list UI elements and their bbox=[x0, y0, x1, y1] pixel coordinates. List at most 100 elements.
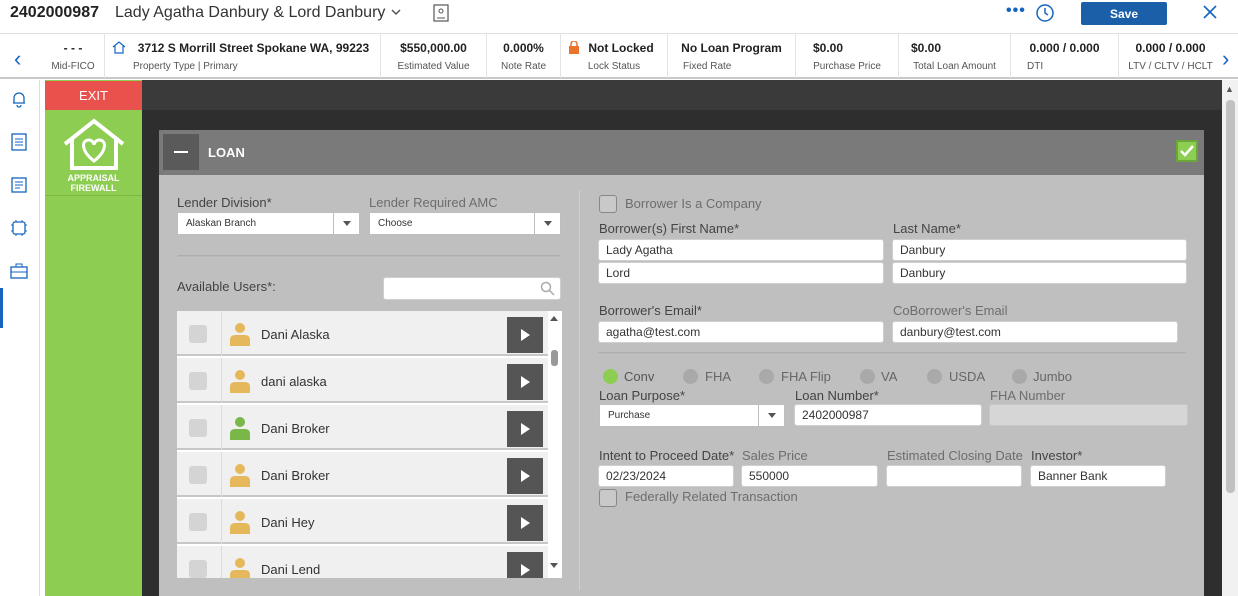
notes-icon[interactable] bbox=[10, 176, 28, 194]
lender-division-select[interactable]: Alaskan Branch bbox=[177, 212, 360, 235]
loan-type-conv-radio[interactable] bbox=[603, 369, 618, 384]
user-checkbox[interactable] bbox=[189, 513, 207, 531]
more-options-icon[interactable]: ••• bbox=[1006, 2, 1026, 20]
borrower-title[interactable]: Lady Agatha Danbury & Lord Danbury bbox=[115, 4, 385, 22]
coborrower-last-name-input[interactable]: Danbury bbox=[892, 262, 1187, 284]
coborrower-email-input[interactable]: danbury@test.com bbox=[892, 321, 1178, 343]
logo-text: APPRAISAL FIREWALL bbox=[67, 173, 120, 193]
add-user-button[interactable] bbox=[507, 317, 543, 353]
loan-purpose-label: Loan Purpose* bbox=[599, 388, 686, 403]
info-total-loan: $0.00 Total Loan Amount bbox=[898, 34, 1010, 78]
closing-date-input[interactable] bbox=[886, 465, 1022, 487]
loan-number-input[interactable]: 2402000987 bbox=[794, 404, 982, 426]
next-arrow-icon[interactable]: › bbox=[1222, 46, 1229, 72]
loan-type-va-radio[interactable] bbox=[860, 369, 875, 384]
collapse-button[interactable] bbox=[163, 134, 199, 170]
user-name: dani alaska bbox=[261, 374, 327, 389]
first-name-label: Borrower(s) First Name* bbox=[599, 221, 740, 236]
last-name-label: Last Name* bbox=[893, 221, 961, 236]
loan-type-fha-radio[interactable] bbox=[683, 369, 698, 384]
user-avatar-icon bbox=[230, 558, 250, 578]
checkmark-icon[interactable] bbox=[1176, 140, 1198, 162]
lender-division-label: Lender Division* bbox=[177, 195, 272, 210]
lender-amc-select[interactable]: Choose bbox=[369, 212, 561, 235]
save-button[interactable]: Save bbox=[1081, 2, 1167, 25]
main-top-band bbox=[142, 80, 1222, 110]
add-user-button[interactable] bbox=[507, 458, 543, 494]
loan-info-strip: ‹ - - - Mid-FICO 3712 S Morrill Street S… bbox=[0, 33, 1238, 79]
coborrower-email-label: CoBorrower's Email bbox=[893, 303, 1008, 318]
borrower-company-label: Borrower Is a Company bbox=[625, 196, 762, 211]
available-users-label: Available Users*: bbox=[177, 279, 276, 294]
sales-price-input[interactable]: 550000 bbox=[741, 465, 878, 487]
info-dti: 0.000 / 0.000 DTI bbox=[1010, 34, 1118, 78]
investor-input[interactable]: Banner Bank bbox=[1030, 465, 1166, 487]
info-estimated-value: $550,000.00 Estimated Value bbox=[380, 34, 486, 78]
info-loan-program: No Loan Program Fixed Rate bbox=[667, 34, 795, 78]
fha-number-input bbox=[989, 404, 1188, 426]
prev-arrow-icon[interactable]: ‹ bbox=[14, 46, 21, 72]
list-item: Dani Broker bbox=[177, 405, 548, 450]
list-document-icon[interactable] bbox=[10, 133, 28, 151]
info-property[interactable]: 3712 S Morrill Street Spokane WA, 99223 … bbox=[104, 34, 380, 78]
document-icon[interactable] bbox=[433, 4, 449, 22]
history-clock-icon[interactable] bbox=[1035, 3, 1055, 23]
coborrower-first-name-input[interactable]: Lord bbox=[598, 262, 884, 284]
user-checkbox[interactable] bbox=[189, 325, 207, 343]
available-users-list: Dani Alaska dani alaska Dani Broker Dani… bbox=[177, 311, 548, 578]
loan-type-jumbo-radio[interactable] bbox=[1012, 369, 1027, 384]
exit-button[interactable]: EXIT bbox=[45, 81, 142, 110]
borrower-company-checkbox[interactable] bbox=[599, 195, 617, 213]
user-checkbox[interactable] bbox=[189, 372, 207, 390]
add-user-button[interactable] bbox=[507, 411, 543, 447]
borrower-first-name-input[interactable]: Lady Agatha bbox=[598, 239, 884, 261]
loan-purpose-select[interactable]: Purchase bbox=[599, 404, 785, 427]
list-item: Dani Lend bbox=[177, 546, 548, 578]
intent-date-label: Intent to Proceed Date* bbox=[599, 448, 735, 463]
intent-date-input[interactable]: 02/23/2024 bbox=[598, 465, 734, 487]
briefcase-icon[interactable] bbox=[10, 262, 28, 280]
loan-type-usda-radio[interactable] bbox=[927, 369, 942, 384]
loan-id: 2402000987 bbox=[10, 4, 99, 21]
active-indicator bbox=[0, 288, 3, 328]
user-checkbox[interactable] bbox=[189, 419, 207, 437]
chip-icon[interactable] bbox=[10, 219, 28, 237]
add-user-button[interactable] bbox=[507, 364, 543, 400]
house-heart-icon bbox=[63, 118, 125, 170]
add-user-button[interactable] bbox=[507, 505, 543, 541]
loan-type-usda-label: USDA bbox=[949, 369, 986, 384]
scroll-up-icon[interactable] bbox=[550, 316, 558, 321]
close-icon[interactable] bbox=[1201, 3, 1219, 21]
chevron-down-icon[interactable] bbox=[758, 405, 784, 426]
federal-transaction-checkbox[interactable] bbox=[599, 489, 617, 507]
scroll-down-icon[interactable] bbox=[550, 563, 558, 568]
borrower-last-name-input[interactable]: Danbury bbox=[892, 239, 1187, 261]
user-avatar-icon bbox=[230, 464, 250, 487]
lock-icon bbox=[569, 41, 579, 54]
chevron-down-icon[interactable] bbox=[534, 213, 560, 234]
scroll-up-arrow-icon[interactable]: ▲ bbox=[1225, 84, 1234, 94]
lender-amc-label: Lender Required AMC bbox=[369, 195, 498, 210]
user-name: Dani Broker bbox=[261, 421, 330, 436]
top-bar: 2402000987 Lady Agatha Danbury & Lord Da… bbox=[0, 0, 1238, 28]
info-ltv: 0.000 / 0.000 LTV / CLTV / HCLT bbox=[1118, 34, 1222, 78]
page-scrollbar-thumb[interactable] bbox=[1226, 100, 1235, 493]
bell-icon[interactable] bbox=[10, 90, 28, 108]
list-item: Dani Hey bbox=[177, 499, 548, 544]
chevron-down-icon[interactable] bbox=[390, 6, 402, 18]
user-avatar-icon bbox=[230, 323, 250, 346]
user-name: Dani Broker bbox=[261, 468, 330, 483]
user-checkbox[interactable] bbox=[189, 560, 207, 578]
list-item: Dani Broker bbox=[177, 452, 548, 497]
loan-number-label: Loan Number* bbox=[795, 388, 879, 403]
list-item: Dani Alaska bbox=[177, 311, 548, 356]
chevron-down-icon[interactable] bbox=[333, 213, 359, 234]
borrower-email-input[interactable]: agatha@test.com bbox=[598, 321, 884, 343]
users-list-scroll-thumb[interactable] bbox=[551, 350, 558, 366]
loan-type-fha-label: FHA bbox=[705, 369, 731, 384]
loan-type-fha-flip-radio[interactable] bbox=[759, 369, 774, 384]
add-user-button[interactable] bbox=[507, 552, 543, 578]
users-search-input[interactable] bbox=[383, 277, 561, 300]
user-checkbox[interactable] bbox=[189, 466, 207, 484]
house-icon bbox=[112, 41, 126, 54]
